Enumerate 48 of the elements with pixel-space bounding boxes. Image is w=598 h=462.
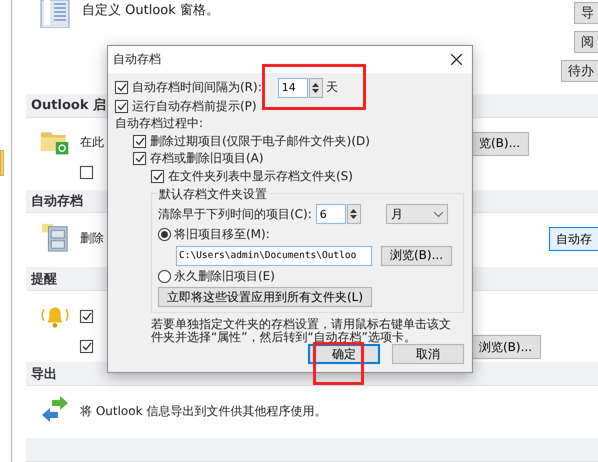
- side-button[interactable]: 导: [574, 2, 598, 24]
- checkbox[interactable]: [80, 340, 93, 353]
- checkbox[interactable]: [80, 310, 93, 323]
- browse-button[interactable]: 览(B)...: [470, 132, 530, 156]
- dialog-title: 自动存档: [113, 50, 161, 68]
- option-text: 将 Outlook 信息导出到文件供其他程序使用。: [80, 402, 326, 420]
- checkbox[interactable]: [80, 166, 93, 180]
- checkbox[interactable]: [115, 81, 128, 94]
- cancel-button[interactable]: 取消: [392, 344, 464, 364]
- option-label: 在文件夹列表中显示存档文件夹(S): [168, 168, 353, 185]
- option-label: 自动存档时间间隔为(R):: [132, 79, 262, 96]
- note-text: 若要单独指定文件夹的存档设置，请用鼠标右键单击该文件夹并选择“属性”，然后转到“自动存档”选项卡。: [151, 318, 452, 344]
- option-text: 在此: [80, 134, 104, 152]
- highlight-box: [313, 342, 364, 385]
- checkbox[interactable]: [151, 170, 164, 183]
- section-label: 自动存档过程中:: [115, 115, 204, 132]
- path-field[interactable]: C:\Users\admin\Documents\Outloo: [176, 246, 372, 266]
- file-cabinet-icon: [40, 221, 70, 254]
- close-icon[interactable]: [451, 54, 462, 65]
- browse-button[interactable]: 浏览(B)...: [381, 246, 452, 266]
- up-down-arrows-icon: [350, 207, 358, 221]
- checkbox[interactable]: [115, 100, 128, 113]
- group-legend: 默认存档文件夹设置: [157, 186, 269, 203]
- apply-button[interactable]: 立即将这些设置应用到所有文件夹(L): [158, 287, 372, 307]
- radio-button[interactable]: [158, 228, 171, 242]
- chevron-icon: [434, 212, 443, 216]
- browse-button[interactable]: 浏览(B)...: [470, 335, 542, 360]
- side-button[interactable]: 待办: [561, 60, 598, 82]
- spinner-button[interactable]: [308, 78, 323, 98]
- radio-button[interactable]: [158, 270, 171, 283]
- option-label: 运行自动存档前提示(P): [132, 98, 257, 115]
- side-button[interactable]: 阅: [574, 31, 598, 53]
- option-text: 删除: [80, 230, 104, 247]
- age-field[interactable]: 6: [316, 204, 346, 224]
- arrows-icon: [40, 394, 70, 424]
- interval-field[interactable]: 14: [278, 78, 308, 98]
- option-label: 删除过期项目(仅限于电子邮件文件夹)(D): [150, 132, 370, 150]
- option-label: 将旧项目移至(M):: [174, 226, 270, 244]
- option-label: 存档或删除旧项目(A): [150, 150, 264, 168]
- unit-dropdown[interactable]: 月: [386, 204, 448, 224]
- spinner-button[interactable]: [346, 204, 361, 224]
- checkbox[interactable]: [133, 152, 146, 166]
- up-down-arrows-icon: [312, 80, 320, 94]
- checkbox[interactable]: [133, 134, 146, 148]
- pane-description: 自定义 Outlook 窗格。: [82, 2, 219, 19]
- autoarchive-button[interactable]: 自动存: [549, 227, 598, 252]
- unit-label: 天: [326, 79, 338, 96]
- option-label: 永久删除旧项目(E): [174, 268, 275, 285]
